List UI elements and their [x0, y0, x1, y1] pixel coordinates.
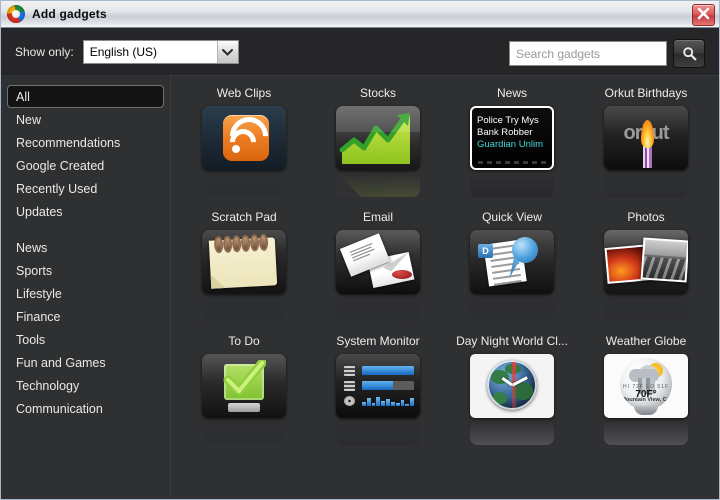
envelope-icon — [336, 230, 420, 294]
gadget-stocks[interactable]: Stocks — [311, 82, 445, 206]
thumbnail-reflection — [470, 419, 554, 445]
chevron-down-icon — [216, 40, 238, 63]
gadget-orkut-birthdays[interactable]: Orkut Birthdays orkut — [579, 82, 713, 206]
search-button[interactable] — [673, 39, 705, 68]
quickview-badge: D — [478, 244, 493, 258]
sidebar-item-lifestyle[interactable]: Lifestyle — [7, 282, 164, 305]
gadget-news[interactable]: News Police Try Mys Bank Robber Guardian… — [445, 82, 579, 206]
gadget-title: Scratch Pad — [211, 210, 277, 224]
gadget-title: Orkut Birthdays — [604, 86, 688, 100]
gadget-grid-area: Web Clips Stocks News Police Try Mys Ban… — [171, 75, 719, 499]
sidebar-item-google-created[interactable]: Google Created — [7, 154, 164, 177]
gadget-to-do[interactable]: To Do — [177, 330, 311, 454]
gadget-system-monitor[interactable]: System Monitor — [311, 330, 445, 454]
gadget-title: To Do — [228, 334, 260, 348]
sidebar-item-fun-and-games[interactable]: Fun and Games — [7, 351, 164, 374]
thumbnail-reflection — [604, 295, 688, 321]
gadget-thumbnail[interactable] — [470, 354, 554, 445]
language-select[interactable]: English (US) — [82, 39, 239, 64]
thumbnail-reflection — [336, 171, 420, 197]
search-area — [509, 39, 705, 68]
thumbnail-reflection — [604, 419, 688, 445]
notepad-icon — [202, 230, 286, 294]
system-monitor-icon — [336, 354, 420, 418]
sidebar-item-new[interactable]: New — [7, 108, 164, 131]
gadget-title: Photos — [627, 210, 665, 224]
gadget-thumbnail[interactable] — [604, 230, 688, 321]
thumbnail-reflection — [470, 171, 554, 197]
checkbox-icon — [202, 354, 286, 418]
sidebar-item-recently-used[interactable]: Recently Used — [7, 177, 164, 200]
show-only-label: Show only: — [15, 44, 74, 59]
rss-icon — [202, 106, 286, 170]
birthday-candle-icon: orkut — [604, 106, 688, 170]
toolbar: Show only: English (US) — [1, 28, 719, 75]
thumbnail-reflection — [202, 419, 286, 445]
gadget-thumbnail[interactable] — [336, 230, 420, 321]
gadget-weather-globe[interactable]: Weather Globe HI 72F LO 51F 70F° Mountai… — [579, 330, 713, 454]
gadget-scratch-pad[interactable]: Scratch Pad — [177, 206, 311, 330]
google-swirl-icon — [7, 5, 25, 23]
gadget-quick-view[interactable]: Quick View D — [445, 206, 579, 330]
thumbnail-reflection — [336, 419, 420, 445]
sidebar-item-technology[interactable]: Technology — [7, 374, 164, 397]
pushpin-document-icon: D — [470, 230, 554, 294]
gadget-title: Web Clips — [216, 86, 272, 100]
weather-globe-icon: HI 72F LO 51F 70F° Mountain View, CA — [604, 354, 688, 418]
gadget-thumbnail[interactable]: Police Try Mys Bank Robber Guardian Unli… — [470, 106, 554, 197]
thumbnail-reflection — [604, 171, 688, 197]
gadget-thumbnail[interactable]: orkut — [604, 106, 688, 197]
sidebar-item-communication[interactable]: Communication — [7, 397, 164, 420]
gadget-thumbnail[interactable]: D — [470, 230, 554, 321]
sidebar-item-recommendations[interactable]: Recommendations — [7, 131, 164, 154]
news-headline-2: Bank Robber — [477, 127, 533, 138]
gadget-title: Quick View — [482, 210, 542, 224]
language-select-value: English (US) — [89, 44, 158, 59]
search-icon — [682, 47, 696, 61]
close-button[interactable] — [692, 4, 715, 26]
thumbnail-reflection — [336, 295, 420, 321]
sidebar-item-sports[interactable]: Sports — [7, 259, 164, 282]
title-bar: Add gadgets — [1, 1, 719, 28]
window-title: Add gadgets — [32, 7, 107, 21]
photo-stack-icon — [604, 230, 688, 294]
world-clock-icon — [470, 354, 554, 418]
gadget-title: Email — [362, 210, 393, 224]
sidebar-item-updates[interactable]: Updates — [7, 200, 164, 223]
thumbnail-reflection — [470, 295, 554, 321]
category-sidebar: All New Recommendations Google Created R… — [1, 75, 171, 499]
gadget-day-night-world-clock[interactable]: Day Night World Cl... — [445, 330, 579, 454]
gadget-title: News — [496, 86, 527, 100]
gadget-thumbnail[interactable]: HI 72F LO 51F 70F° Mountain View, CA — [604, 354, 688, 445]
news-preview: Police Try Mys Bank Robber Guardian Unli… — [472, 108, 552, 168]
window-body: All New Recommendations Google Created R… — [1, 75, 719, 499]
thumbnail-reflection — [202, 171, 286, 197]
gadget-thumbnail[interactable] — [202, 230, 286, 321]
news-headline-1: Police Try Mys — [477, 115, 539, 126]
news-source: Guardian Unlim — [477, 139, 543, 150]
add-gadgets-window: Add gadgets Show only: English (US) Sear… — [0, 0, 720, 500]
gadget-thumbnail[interactable] — [202, 106, 286, 197]
gadget-web-clips[interactable]: Web Clips — [177, 82, 311, 206]
gadget-title: Stocks — [359, 86, 396, 100]
gadget-grid: Web Clips Stocks News Police Try Mys Ban… — [171, 76, 719, 454]
gadget-thumbnail[interactable] — [336, 106, 420, 197]
gadget-thumbnail[interactable] — [336, 354, 420, 445]
gadget-title: Day Night World Cl... — [456, 334, 568, 348]
gadget-thumbnail[interactable] — [202, 354, 286, 445]
gadget-title: Weather Globe — [605, 334, 687, 348]
sidebar-item-tools[interactable]: Tools — [7, 328, 164, 351]
gadget-title: System Monitor — [336, 334, 420, 348]
gadget-email[interactable]: Email — [311, 206, 445, 330]
sidebar-divider — [1, 223, 170, 236]
thumbnail-reflection — [202, 295, 286, 321]
search-input[interactable] — [509, 41, 667, 66]
weather-location: Mountain View, CA — [621, 397, 671, 403]
close-icon — [697, 7, 710, 20]
sidebar-item-all[interactable]: All — [7, 85, 164, 108]
stock-chart-icon — [336, 106, 420, 170]
sidebar-item-finance[interactable]: Finance — [7, 305, 164, 328]
gadget-photos[interactable]: Photos — [579, 206, 713, 330]
sidebar-item-news[interactable]: News — [7, 236, 164, 259]
